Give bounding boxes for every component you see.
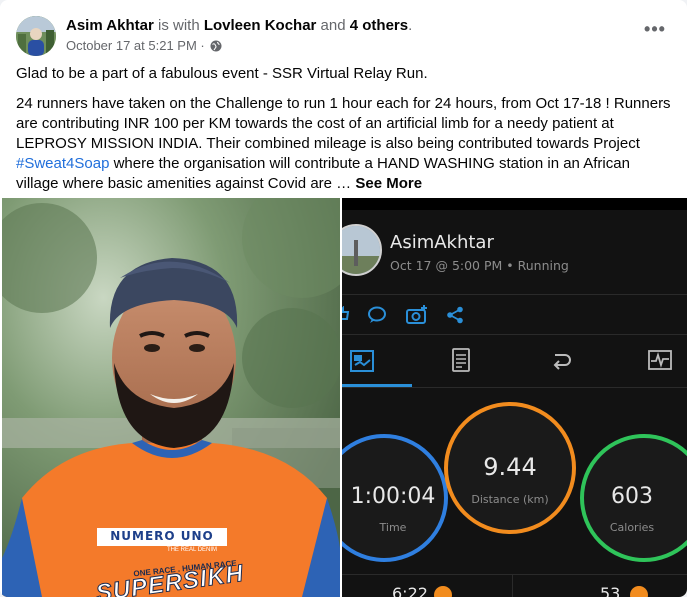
pace-badge-icon <box>434 586 452 597</box>
calories-label: Calories <box>609 521 655 534</box>
distance-value: 9.44 <box>483 453 537 481</box>
post-text: Glad to be a part of a fabulous event - … <box>16 64 673 204</box>
tagged-others[interactable]: 4 others <box>350 17 408 34</box>
see-more-link[interactable]: See More <box>355 175 422 192</box>
avatar[interactable] <box>16 16 56 56</box>
hashtag-link[interactable]: #Sweat4Soap <box>16 155 109 172</box>
post-paragraph-2b: where the organisation will contribute a… <box>16 155 630 192</box>
post-header: Asim Akhtar is with Lovleen Kochar and 4… <box>16 14 671 58</box>
app-divider-2 <box>342 334 687 335</box>
app-divider-3 <box>342 387 687 388</box>
post-card: Asim Akhtar is with Lovleen Kochar and 4… <box>0 0 687 597</box>
heart-rate-value: 53 <box>600 584 621 597</box>
post-paragraph-2a: 24 runners have taken on the Challenge t… <box>16 95 671 152</box>
author-line: Asim Akhtar is with Lovleen Kochar and 4… <box>66 16 621 36</box>
app-camera-icon[interactable] <box>405 304 429 331</box>
more-options-icon[interactable]: ••• <box>639 20 671 44</box>
app-tab-stats-icon[interactable] <box>452 348 470 377</box>
app-divider-5 <box>512 574 513 597</box>
app-tab-overview-icon[interactable] <box>350 350 374 377</box>
calories-value: 603 <box>611 484 653 509</box>
globe-icon <box>210 39 222 57</box>
and-text: and <box>320 17 346 34</box>
activity-screenshot[interactable]: AsimAkhtar Oct 17 @ 5:00 PM • Running 9.… <box>342 198 687 597</box>
app-username: AsimAkhtar <box>390 232 494 253</box>
period-text: . <box>408 17 413 34</box>
separator-dot: · <box>200 38 205 53</box>
app-comment-icon[interactable] <box>367 306 387 329</box>
shirt-brand: NUMERO UNO <box>110 529 214 543</box>
app-tab-charts-icon[interactable] <box>648 350 672 375</box>
is-with-text: is with <box>157 17 200 34</box>
post-paragraph-2: 24 runners have taken on the Challenge t… <box>16 94 673 194</box>
runner-photo[interactable]: NUMERO UNO THE REAL DENIM ONE RACE . HUM… <box>2 198 340 597</box>
time-value: 1:00:04 <box>350 484 436 509</box>
post-paragraph-1: Glad to be a part of a fabulous event - … <box>16 65 428 82</box>
app-like-icon[interactable] <box>342 305 350 327</box>
timestamp[interactable]: October 17 at 5:21 PM <box>66 38 197 53</box>
app-divider-4 <box>342 574 687 575</box>
pace-value: 6:22 <box>392 584 428 597</box>
app-share-icon[interactable] <box>446 306 464 329</box>
distance-label: Distance (km) <box>471 493 549 506</box>
timestamp-line: October 17 at 5:21 PM · <box>66 37 621 57</box>
app-status-bar <box>342 198 687 210</box>
app-avatar <box>342 224 382 276</box>
tagged-person[interactable]: Lovleen Kochar <box>204 17 317 34</box>
shirt-sub: THE REAL DENIM <box>166 547 218 553</box>
author-name[interactable]: Asim Akhtar <box>66 17 154 34</box>
post-meta: Asim Akhtar is with Lovleen Kochar and 4… <box>66 16 621 57</box>
heart-rate-badge-icon <box>630 586 648 597</box>
app-divider <box>342 294 687 295</box>
app-activity-when: Oct 17 @ 5:00 PM • Running <box>390 258 569 273</box>
time-label: Time <box>379 521 407 534</box>
app-tab-laps-icon[interactable] <box>550 352 572 375</box>
